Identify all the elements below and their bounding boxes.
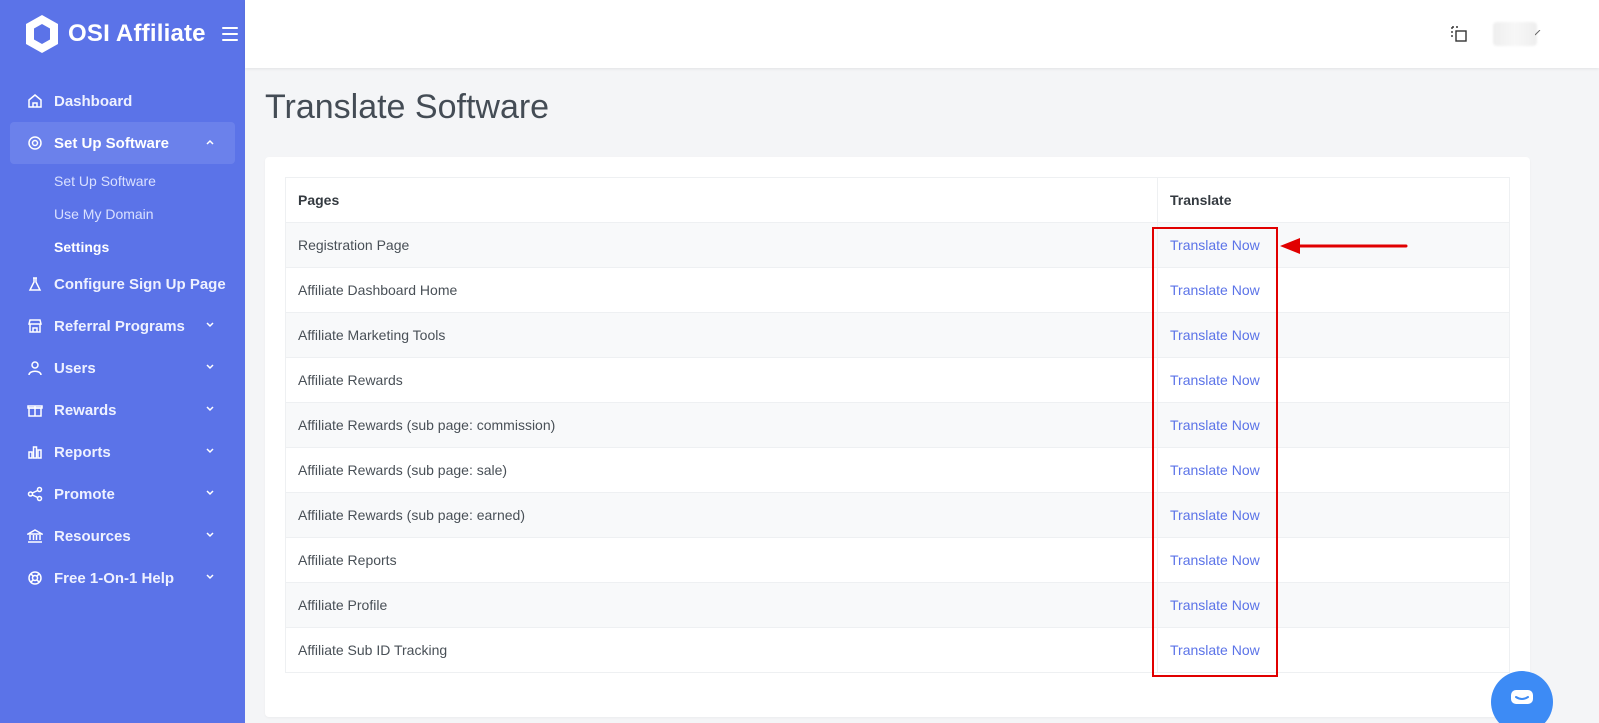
table-row: Affiliate Rewards (sub page: commission)… (285, 402, 1510, 448)
gift-icon (26, 401, 44, 419)
translate-cell: Translate Now (1157, 402, 1510, 448)
user-avatar[interactable] (1493, 22, 1537, 46)
store-icon (26, 317, 44, 335)
sidebar-subitem-set-up-software[interactable]: Set Up Software (54, 164, 245, 197)
column-header-pages: Pages (285, 177, 1158, 223)
table-row: Affiliate Reports Translate Now (285, 537, 1510, 583)
column-header-translate: Translate (1157, 177, 1510, 223)
chevron-down-icon (206, 364, 214, 370)
page-name-cell: Affiliate Rewards (sub page: sale) (285, 447, 1158, 493)
page-name-cell: Affiliate Rewards (sub page: earned) (285, 492, 1158, 538)
table-row: Affiliate Rewards (sub page: sale) Trans… (285, 447, 1510, 493)
translate-now-link[interactable]: Translate Now (1170, 642, 1260, 658)
translate-cell: Translate Now (1157, 357, 1510, 403)
sidebar-item-resources[interactable]: Resources (0, 515, 245, 557)
sidebar-item-label: Free 1-On-1 Help (54, 569, 175, 587)
brand[interactable]: OSI Affiliate (0, 0, 245, 68)
gear-icon (26, 134, 44, 152)
sidebar: OSI Affiliate Dashboard Set Up Software … (0, 0, 245, 723)
page-name-cell: Affiliate Marketing Tools (285, 312, 1158, 358)
flask-icon (26, 275, 44, 293)
sidebar-item-reports[interactable]: Reports (0, 431, 245, 473)
hamburger-menu-icon[interactable] (221, 27, 238, 41)
logo-icon (26, 15, 58, 53)
translate-cell: Translate Now (1157, 492, 1510, 538)
chevron-down-icon (206, 406, 214, 412)
sidebar-item-label: Users (54, 359, 96, 377)
translate-now-link[interactable]: Translate Now (1170, 462, 1260, 478)
sidebar-subitem-settings[interactable]: Settings (54, 230, 245, 263)
chevron-down-icon (206, 448, 214, 454)
translate-now-link[interactable]: Translate Now (1170, 507, 1260, 523)
sidebar-item-label: Dashboard (54, 92, 133, 110)
page-name-cell: Affiliate Profile (285, 582, 1158, 628)
chat-icon (1511, 690, 1533, 704)
table-row: Affiliate Sub ID Tracking Translate Now (285, 627, 1510, 673)
annotation-arrow-icon (1280, 238, 1408, 254)
translate-now-link[interactable]: Translate Now (1170, 327, 1260, 343)
sidebar-item-rewards[interactable]: Rewards (0, 389, 245, 431)
user-icon (26, 359, 44, 377)
translate-now-link[interactable]: Translate Now (1170, 597, 1260, 613)
translate-now-link[interactable]: Translate Now (1170, 282, 1260, 298)
sidebar-item-label: Set Up Software (54, 134, 170, 152)
table-row: Affiliate Profile Translate Now (285, 582, 1510, 628)
lifebuoy-icon (26, 569, 44, 587)
fullscreen-icon[interactable] (1449, 24, 1469, 44)
sidebar-item-set-up-software[interactable]: Set Up Software (10, 122, 235, 164)
translate-now-link[interactable]: Translate Now (1170, 552, 1260, 568)
sidebar-item-label: Referral Programs (54, 317, 185, 335)
sidebar-item-label: Rewards (54, 401, 117, 419)
table-header-row: Pages Translate (285, 177, 1510, 223)
sidebar-item-label: Resources (54, 527, 131, 545)
translate-now-link[interactable]: Translate Now (1170, 237, 1260, 253)
sidebar-item-label: Reports (54, 443, 111, 461)
translate-now-link[interactable]: Translate Now (1170, 417, 1260, 433)
bar-chart-icon (26, 443, 44, 461)
sidebar-item-dashboard[interactable]: Dashboard (0, 80, 245, 122)
table-row: Affiliate Rewards (sub page: earned) Tra… (285, 492, 1510, 538)
sidebar-item-configure-sign-up-page[interactable]: Configure Sign Up Page (0, 263, 245, 305)
translate-cell: Translate Now (1157, 627, 1510, 673)
table-row: Affiliate Rewards Translate Now (285, 357, 1510, 403)
page-name-cell: Registration Page (285, 222, 1158, 268)
table-row: Affiliate Marketing Tools Translate Now (285, 312, 1510, 358)
chevron-down-icon (206, 532, 214, 538)
translate-cell: Translate Now (1157, 537, 1510, 583)
page-name-cell: Affiliate Dashboard Home (285, 267, 1158, 313)
chat-widget-button[interactable] (1491, 671, 1553, 723)
brand-name: OSI Affiliate (68, 20, 206, 47)
sidebar-item-free-help[interactable]: Free 1-On-1 Help (0, 557, 245, 599)
chevron-down-icon (206, 574, 214, 580)
chevron-down-icon[interactable] (1535, 30, 1541, 36)
chevron-up-icon (206, 139, 214, 145)
topbar (245, 0, 1599, 68)
page-name-cell: Affiliate Reports (285, 537, 1158, 583)
page-title: Translate Software (265, 88, 550, 126)
table-row: Affiliate Dashboard Home Translate Now (285, 267, 1510, 313)
chevron-down-icon (206, 322, 214, 328)
share-icon (26, 485, 44, 503)
translate-now-link[interactable]: Translate Now (1170, 372, 1260, 388)
translate-cell: Translate Now (1157, 582, 1510, 628)
page-name-cell: Affiliate Sub ID Tracking (285, 627, 1158, 673)
home-icon (26, 92, 44, 110)
sidebar-item-label: Configure Sign Up Page (54, 275, 226, 293)
translate-cell: Translate Now (1157, 447, 1510, 493)
sidebar-submenu: Set Up Software Use My Domain Settings (0, 164, 245, 263)
sidebar-subitem-use-my-domain[interactable]: Use My Domain (54, 197, 245, 230)
sidebar-item-label: Promote (54, 485, 115, 503)
translate-cell: Translate Now (1157, 312, 1510, 358)
bank-icon (26, 527, 44, 545)
sidebar-item-promote[interactable]: Promote (0, 473, 245, 515)
sidebar-item-referral-programs[interactable]: Referral Programs (0, 305, 245, 347)
sidebar-item-users[interactable]: Users (0, 347, 245, 389)
page-name-cell: Affiliate Rewards (sub page: commission) (285, 402, 1158, 448)
sidebar-nav: Dashboard Set Up Software Set Up Softwar… (0, 68, 245, 599)
translate-cell: Translate Now (1157, 267, 1510, 313)
chevron-down-icon (206, 490, 214, 496)
page-name-cell: Affiliate Rewards (285, 357, 1158, 403)
